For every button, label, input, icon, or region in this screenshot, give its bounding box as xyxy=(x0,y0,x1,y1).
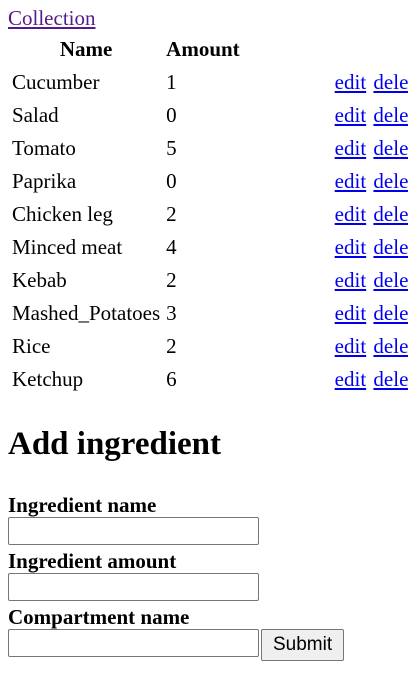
ingredient-name: Mashed_Potatoes xyxy=(12,300,161,325)
delete-link[interactable]: delete xyxy=(373,103,408,127)
table-row: Minced meat 4 edit delete xyxy=(8,230,408,263)
edit-link[interactable]: edit xyxy=(335,235,367,259)
ingredient-amount: 2 xyxy=(166,201,177,226)
table-row: Mashed_Potatoes 3 edit delete xyxy=(8,296,408,329)
delete-link[interactable]: delete xyxy=(373,202,408,226)
ingredient-name-label: Ingredient name xyxy=(8,493,157,517)
edit-link[interactable]: edit xyxy=(335,301,367,325)
ingredient-amount: 1 xyxy=(166,69,177,94)
table-row: Paprika 0 edit delete xyxy=(8,164,408,197)
delete-link[interactable]: delete xyxy=(373,367,408,391)
ingredients-table: Name Amount Cucumber 1 edit delete Salad… xyxy=(8,35,408,395)
delete-link[interactable]: delete xyxy=(373,301,408,325)
ingredient-name: Kebab xyxy=(12,267,67,292)
ingredient-amount: 0 xyxy=(166,102,177,127)
ingredient-name: Paprika xyxy=(12,168,77,193)
table-row: Tomato 5 edit delete xyxy=(8,131,408,164)
table-row: Cucumber 1 edit delete xyxy=(8,65,408,98)
ingredient-name: Rice xyxy=(12,333,51,358)
edit-link[interactable]: edit xyxy=(335,334,367,358)
ingredient-amount: 2 xyxy=(166,333,177,358)
table-row: Chicken leg 2 edit delete xyxy=(8,197,408,230)
ingredient-amount: 6 xyxy=(166,366,177,391)
page: Collection Name Amount Cucumber 1 edit d… xyxy=(8,5,408,661)
row-actions: edit delete xyxy=(244,230,408,263)
delete-link[interactable]: delete xyxy=(373,235,408,259)
row-actions: edit delete xyxy=(244,98,408,131)
table-row: Rice 2 edit delete xyxy=(8,329,408,362)
edit-link[interactable]: edit xyxy=(335,202,367,226)
ingredient-name: Cucumber xyxy=(12,69,100,94)
ingredient-name: Ketchup xyxy=(12,366,84,391)
name-column-header: Name xyxy=(59,37,113,61)
ingredient-name: Tomato xyxy=(12,135,76,160)
row-actions: edit delete xyxy=(244,329,408,362)
collection-link[interactable]: Collection xyxy=(8,5,96,31)
delete-link[interactable]: delete xyxy=(373,268,408,292)
compartment-name-label: Compartment name xyxy=(8,605,190,629)
ingredient-amount: 2 xyxy=(166,267,177,292)
ingredient-amount: 5 xyxy=(166,135,177,160)
ingredient-name: Chicken leg xyxy=(12,201,113,226)
ingredient-name: Minced meat xyxy=(12,234,123,259)
table-header-row: Name Amount xyxy=(8,35,408,65)
actions-column-header xyxy=(244,35,408,65)
compartment-name-input[interactable] xyxy=(8,629,259,657)
ingredient-name: Salad xyxy=(12,102,59,127)
row-actions: edit delete xyxy=(244,263,408,296)
delete-link[interactable]: delete xyxy=(373,70,408,94)
ingredient-amount: 0 xyxy=(166,168,177,193)
row-actions: edit delete xyxy=(244,131,408,164)
delete-link[interactable]: delete xyxy=(373,169,408,193)
add-ingredient-form: Ingredient name Ingredient amount Compar… xyxy=(8,493,400,661)
ingredient-amount-label: Ingredient amount xyxy=(8,549,177,573)
ingredient-amount-input[interactable] xyxy=(8,573,259,601)
row-actions: edit delete xyxy=(244,65,408,98)
row-actions: edit delete xyxy=(244,362,408,395)
add-ingredient-heading: Add ingredient xyxy=(8,426,222,462)
delete-link[interactable]: delete xyxy=(373,136,408,160)
edit-link[interactable]: edit xyxy=(335,136,367,160)
delete-link[interactable]: delete xyxy=(373,334,408,358)
table-row: Ketchup 6 edit delete xyxy=(8,362,408,395)
edit-link[interactable]: edit xyxy=(335,367,367,391)
row-actions: edit delete xyxy=(244,296,408,329)
table-row: Salad 0 edit delete xyxy=(8,98,408,131)
edit-link[interactable]: edit xyxy=(335,268,367,292)
ingredient-name-row xyxy=(8,517,400,549)
amount-column-header: Amount xyxy=(166,37,240,61)
ingredient-name-input[interactable] xyxy=(8,517,259,545)
ingredient-amount-row xyxy=(8,573,400,605)
edit-link[interactable]: edit xyxy=(335,169,367,193)
submit-button[interactable]: Submit xyxy=(261,629,345,661)
compartment-name-row: Submit xyxy=(8,629,400,661)
row-actions: edit delete xyxy=(244,197,408,230)
ingredient-amount: 4 xyxy=(166,234,177,259)
edit-link[interactable]: edit xyxy=(335,103,367,127)
row-actions: edit delete xyxy=(244,164,408,197)
ingredient-amount: 3 xyxy=(166,300,177,325)
edit-link[interactable]: edit xyxy=(335,70,367,94)
table-row: Kebab 2 edit delete xyxy=(8,263,408,296)
